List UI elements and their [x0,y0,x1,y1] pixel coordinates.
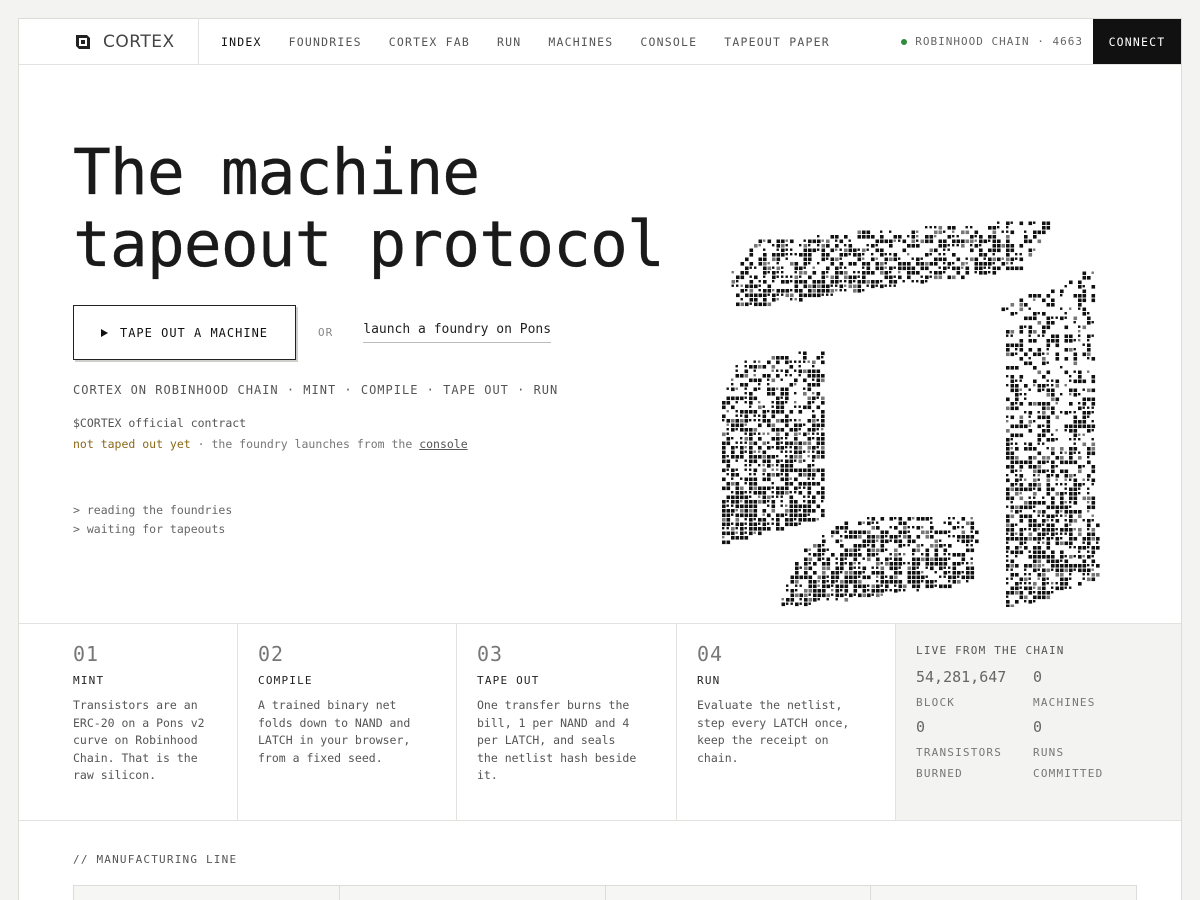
nav-link-cortex-fab[interactable]: CORTEX FAB [389,35,470,49]
manufacturing-cell [871,886,1136,900]
step-title: RUN [697,674,721,687]
stat-machines: 0 MACHINES [1033,668,1096,713]
chain-status-text: ROBINHOOD CHAIN · 4663 [915,35,1083,48]
manufacturing-cell [606,886,872,900]
manufacturing-cell [74,886,340,900]
nav-link-index[interactable]: INDEX [221,35,262,49]
play-icon [100,328,108,337]
hero-title: The machine tapeout protocol [73,136,665,281]
step-description: One transfer burns the bill, 1 per NAND … [477,698,637,782]
console-link[interactable]: console [419,437,467,451]
launch-foundry-link[interactable]: launch a foundry on Pons [363,322,552,343]
nav-link-machines[interactable]: MACHINES [548,35,613,49]
stat-value: 0 [1033,668,1043,686]
stat-label: RUNS COMMITTED [1033,746,1104,780]
nav-link-console[interactable]: CONSOLE [640,35,697,49]
nav-link-run[interactable]: RUN [497,35,521,49]
stat-value: 54,281,647 [916,668,1007,686]
tape-out-button-label: TAPE OUT A MACHINE [119,325,269,340]
status-middle-text: · the foundry launches from the [190,437,420,451]
connect-button[interactable]: CONNECT [1093,19,1181,64]
stat-value: 0 [1033,718,1043,736]
chip-dither-art [722,221,1100,607]
cortex-logo-icon [76,34,90,49]
live-stats-panel: LIVE FROM THE CHAIN 54,281,647 BLOCK 0 M… [896,624,1181,820]
chain-status: ROBINHOOD CHAIN · 4663 [901,19,1093,64]
brand[interactable]: CORTEX [19,19,199,64]
chain-status-dot-icon [901,38,908,45]
top-nav: CORTEX INDEX FOUNDRIES CORTEX FAB RUN MA… [19,19,1181,65]
step-number: 01 [73,642,100,666]
stat-label: MACHINES [1033,696,1096,709]
manufacturing-cell [340,886,606,900]
tape-out-button[interactable]: TAPE OUT A MACHINE [73,305,296,360]
step-title: COMPILE [258,674,313,687]
page-frame: CORTEX INDEX FOUNDRIES CORTEX FAB RUN MA… [18,18,1182,900]
step-description: Transistors are an ERC-20 on a Pons v2 c… [73,698,205,782]
nav-link-tapeout-paper[interactable]: TAPEOUT PAPER [724,35,830,49]
step-description: Evaluate the netlist, step every LATCH o… [697,698,850,765]
log-line: > waiting for tapeouts [73,522,226,536]
stat-value: 0 [916,718,926,736]
step-tape-out: 03 TAPE OUT One transfer burns the bill,… [457,624,677,820]
stat-label: BLOCK [916,696,956,709]
stat-label: TRANSISTORS BURNED [916,746,1003,780]
step-run: 04 RUN Evaluate the netlist, step every … [677,624,896,820]
step-compile: 02 COMPILE A trained binary net folds do… [238,624,457,820]
stat-transistors-burned: 0 TRANSISTORS BURNED [916,718,1016,784]
stat-block: 54,281,647 BLOCK [916,668,1006,713]
contract-status: not taped out yet · the foundry launches… [73,437,468,451]
log-line: > reading the foundries [73,503,233,517]
status-warning: not taped out yet [73,437,191,451]
or-label: OR [318,326,334,339]
step-title: MINT [73,674,105,687]
step-number: 02 [258,642,285,666]
step-number: 03 [477,642,504,666]
activity-log: > reading the foundries > waiting for ta… [73,501,232,539]
manufacturing-grid [73,885,1137,900]
hero: The machine tapeout protocol TAPE OUT A … [19,65,1181,623]
process-steps: 01 MINT Transistors are an ERC-20 on a P… [19,623,1181,821]
nav-links: INDEX FOUNDRIES CORTEX FAB RUN MACHINES … [199,19,901,64]
step-description: A trained binary net folds down to NAND … [258,698,411,765]
contract-label: $CORTEX official contract [73,416,247,430]
step-mint: 01 MINT Transistors are an ERC-20 on a P… [19,624,238,820]
step-number: 04 [697,642,724,666]
manufacturing-title: // MANUFACTURING LINE [73,853,238,866]
tagline: CORTEX ON ROBINHOOD CHAIN · MINT · COMPI… [73,383,559,397]
cta-row: TAPE OUT A MACHINE OR launch a foundry o… [73,305,552,360]
live-stats-title: LIVE FROM THE CHAIN [916,644,1065,657]
brand-name: CORTEX [103,31,175,52]
step-title: TAPE OUT [477,674,540,687]
nav-link-foundries[interactable]: FOUNDRIES [289,35,362,49]
stat-runs-committed: 0 RUNS COMMITTED [1033,718,1133,784]
